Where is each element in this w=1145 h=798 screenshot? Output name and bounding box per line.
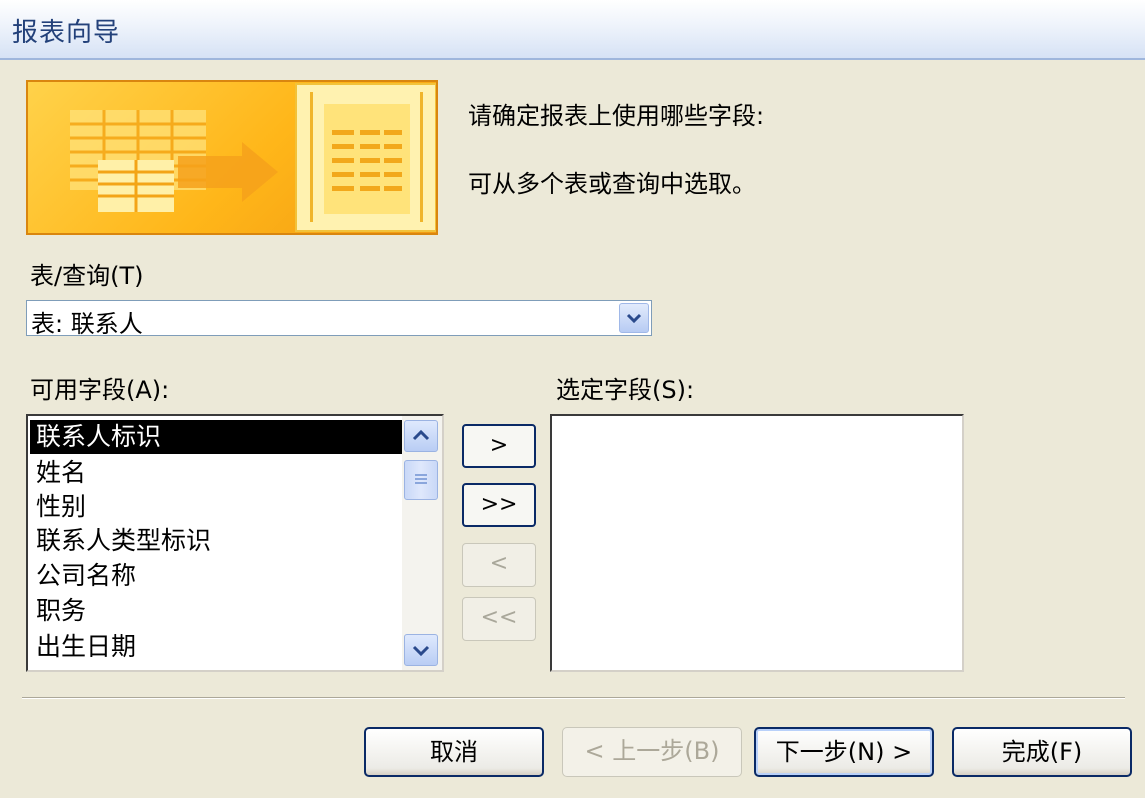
- scroll-up-button[interactable]: [404, 420, 438, 452]
- selected-fields-list[interactable]: [550, 414, 964, 672]
- list-item[interactable]: 性别: [34, 490, 86, 524]
- instruction-subtext: 可从多个表或查询中选取。: [468, 170, 756, 198]
- available-fields-label: 可用字段(A):: [30, 376, 170, 404]
- add-field-button[interactable]: >: [462, 424, 536, 468]
- dropdown-arrow-button[interactable]: [619, 303, 649, 333]
- table-query-label: 表/查询(T): [30, 262, 144, 290]
- scroll-thumb[interactable]: [404, 460, 438, 500]
- list-scrollbar[interactable]: [402, 416, 442, 670]
- chevron-up-icon: [412, 429, 430, 441]
- list-item[interactable]: 职务: [34, 594, 86, 628]
- finish-button[interactable]: 完成(F): [952, 727, 1132, 777]
- grip-icon: [415, 474, 427, 484]
- instruction-text: 请确定报表上使用哪些字段:: [468, 102, 765, 130]
- list-item[interactable]: 联系人标识: [30, 420, 404, 454]
- list-item[interactable]: 出生日期: [34, 630, 136, 664]
- remove-all-fields-button[interactable]: <<: [462, 597, 536, 641]
- chevron-down-icon: [412, 645, 430, 657]
- cancel-button[interactable]: 取消: [364, 727, 544, 777]
- back-button[interactable]: < 上一步(B): [562, 727, 742, 777]
- tables-to-report-icon: [70, 83, 436, 232]
- scroll-down-button[interactable]: [404, 634, 438, 666]
- remove-field-button[interactable]: <: [462, 543, 536, 587]
- footer-divider: [22, 697, 1125, 699]
- next-button[interactable]: 下一步(N) >: [754, 727, 934, 777]
- list-item[interactable]: 姓名: [34, 456, 86, 490]
- list-item[interactable]: 联系人类型标识: [34, 524, 211, 558]
- table-query-dropdown[interactable]: 表: 联系人: [26, 300, 652, 338]
- report-wizard-window: 报表向导 请确定报表上使用哪些字段: 可从多个表或查询中选取。 表/查询(T) …: [0, 0, 1145, 798]
- table-query-value: 表: 联系人: [31, 310, 143, 338]
- list-item[interactable]: 公司名称: [34, 559, 136, 593]
- add-all-fields-button[interactable]: >>: [462, 483, 536, 527]
- title-bar: 报表向导: [0, 0, 1145, 60]
- available-fields-list[interactable]: 联系人标识 姓名 性别 联系人类型标识 公司名称 职务 出生日期: [26, 414, 444, 672]
- window-title: 报表向导: [12, 18, 121, 48]
- wizard-banner-illustration: [26, 80, 438, 235]
- selected-fields-label: 选定字段(S):: [556, 376, 695, 404]
- chevron-down-icon: [626, 313, 642, 324]
